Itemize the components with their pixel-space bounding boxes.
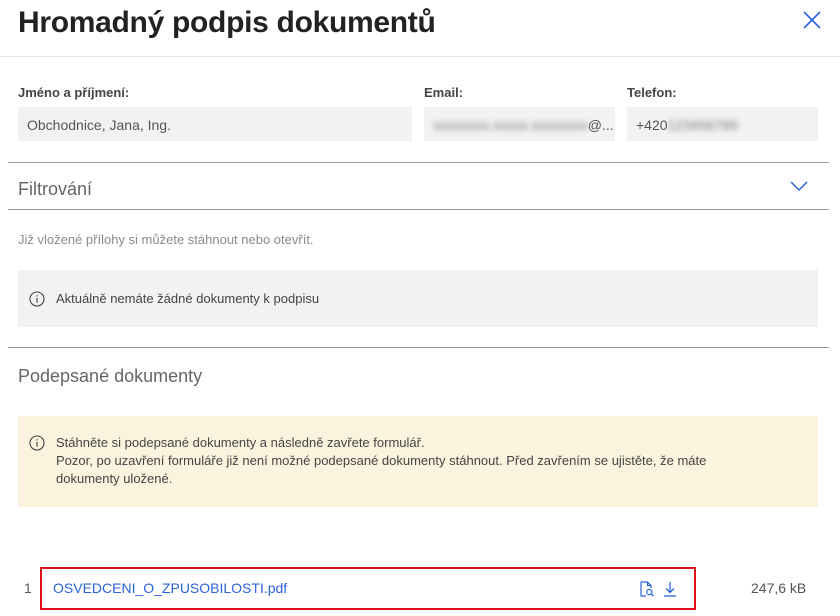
- name-field: Obchodnice, Jana, Ing.: [18, 107, 412, 141]
- document-search-icon: [640, 581, 654, 597]
- empty-documents-message: Aktuálně nemáte žádné dokumenty k podpis…: [56, 291, 320, 306]
- close-icon: [803, 11, 821, 29]
- header-divider: [0, 56, 840, 57]
- info-icon: [29, 435, 45, 451]
- phone-value-visible: +420: [636, 117, 668, 133]
- divider: [8, 209, 829, 210]
- chevron-down-icon: [790, 181, 808, 192]
- phone-label: Telefon:: [627, 85, 677, 100]
- close-button[interactable]: [800, 8, 824, 32]
- file-row-index: 1: [24, 580, 32, 596]
- email-label: Email:: [424, 85, 464, 100]
- divider: [8, 347, 829, 348]
- notice-line: dokumenty uložené.: [56, 471, 173, 486]
- download-icon: [664, 582, 676, 597]
- notice-line: Pozor, po uzavření formuláře již není mo…: [56, 453, 707, 468]
- email-redacted: xxxxxxxx.xxxxx.xxxxxxxx: [433, 117, 588, 133]
- divider: [8, 162, 829, 163]
- phone-field: +420123456789: [627, 107, 818, 141]
- signed-notice-text: Stáhněte si podepsané dokumenty a násled…: [56, 434, 706, 488]
- file-link[interactable]: OSVEDCENI_O_ZPUSOBILOSTI.pdf: [53, 580, 287, 596]
- phone-redacted: 123456789: [667, 117, 738, 133]
- filter-title[interactable]: Filtrování: [18, 179, 92, 200]
- file-row: OSVEDCENI_O_ZPUSOBILOSTI.pdf: [40, 567, 696, 610]
- page-title: Hromadný podpis dokumentů: [18, 6, 436, 39]
- info-icon: [29, 291, 45, 307]
- name-label: Jméno a příjmení:: [18, 85, 130, 100]
- file-size: 247,6 kB: [751, 580, 807, 596]
- empty-documents-info: Aktuálně nemáte žádné dokumenty k podpis…: [18, 270, 818, 327]
- download-button[interactable]: [661, 580, 679, 598]
- signed-documents-title: Podepsané dokumenty: [18, 366, 203, 386]
- email-value-visible: @...: [587, 117, 614, 133]
- email-field: xxxxxxxx.xxxxx.xxxxxxxx@...: [424, 107, 615, 141]
- preview-button[interactable]: [637, 580, 655, 598]
- attachments-hint: Již vložené přílohy si můžete stáhnout n…: [18, 232, 314, 247]
- signed-notice: Stáhněte si podepsané dokumenty a násled…: [18, 416, 818, 507]
- notice-line: Stáhněte si podepsané dokumenty a násled…: [56, 435, 425, 450]
- filter-toggle[interactable]: [789, 179, 809, 193]
